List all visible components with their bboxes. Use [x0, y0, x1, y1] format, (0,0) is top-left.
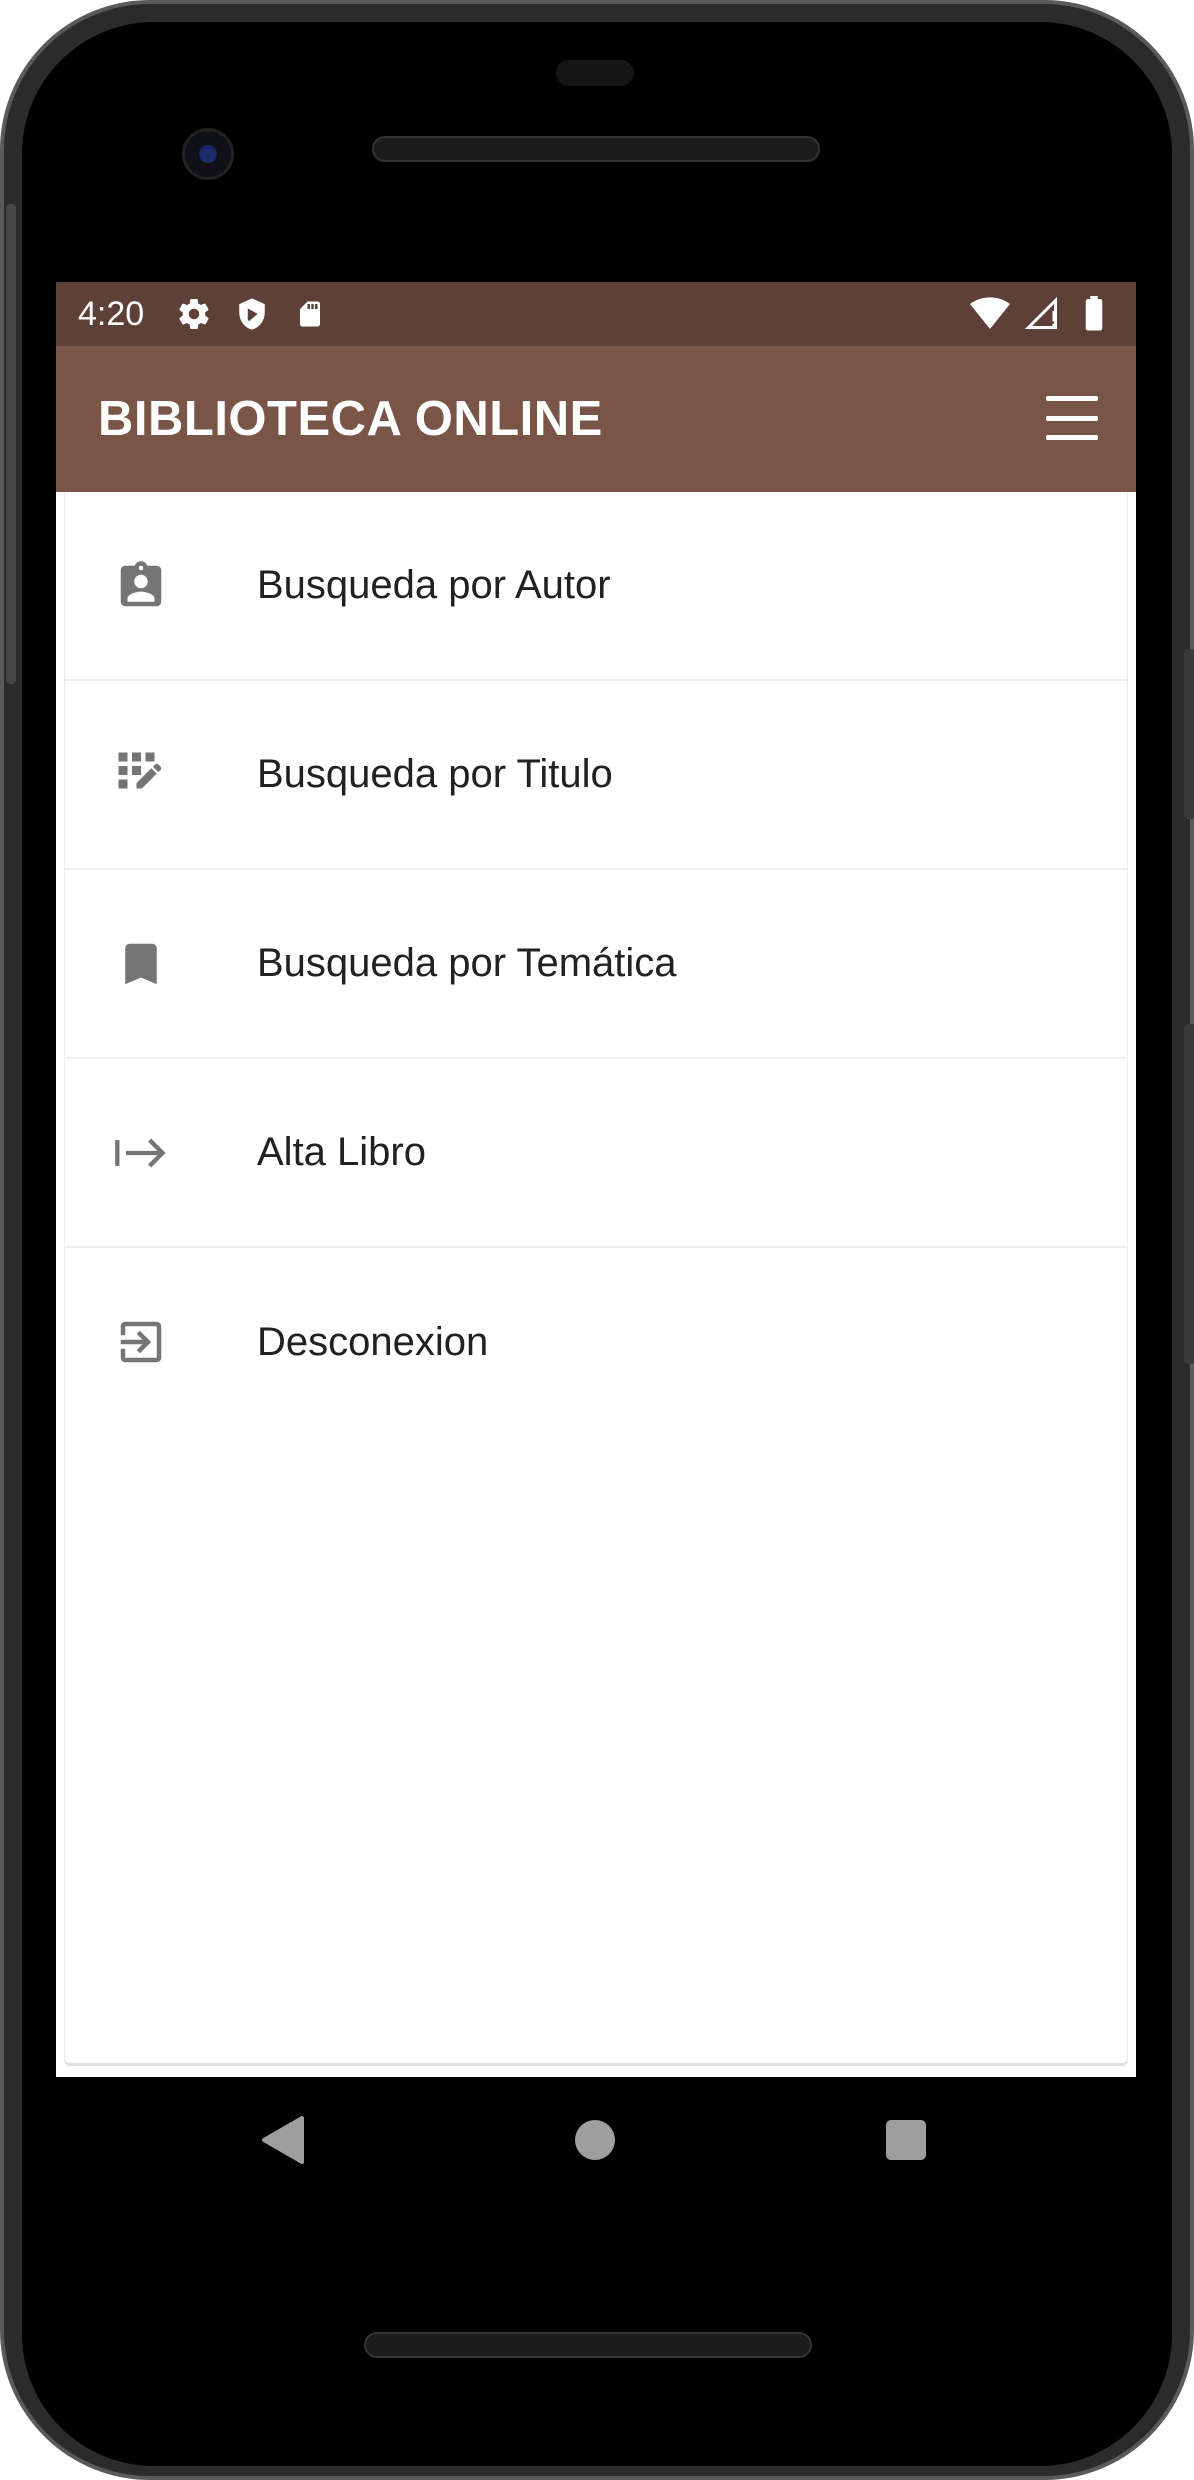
exit-to-app-icon	[113, 1314, 169, 1370]
menu-item-label: Busqueda por Titulo	[257, 752, 613, 796]
arrow-to-right-icon	[113, 1125, 169, 1181]
sd-card-icon	[290, 294, 330, 334]
menu-line	[1046, 396, 1098, 401]
status-bar: 4:20	[56, 282, 1136, 346]
menu-line	[1046, 415, 1098, 421]
assignment-ind-icon	[113, 558, 169, 614]
settings-icon	[174, 294, 214, 334]
side-frame-left	[6, 204, 16, 684]
menu-item-label: Desconexion	[257, 1320, 489, 1364]
bookmark-icon	[113, 936, 169, 992]
hamburger-menu-icon[interactable]	[1046, 396, 1098, 440]
menu-item-busqueda-titulo[interactable]: Busqueda por Titulo	[65, 681, 1127, 870]
menu-item-label: Alta Libro	[257, 1130, 426, 1174]
menu-item-desconexion[interactable]: Desconexion	[65, 1248, 1127, 1437]
grid-edit-icon	[113, 747, 169, 803]
battery-icon	[1074, 294, 1114, 334]
wifi-icon	[970, 294, 1010, 334]
nav-home-button[interactable]	[575, 2120, 615, 2160]
power-button[interactable]	[1184, 649, 1194, 819]
nav-recents-button[interactable]	[886, 2120, 926, 2160]
menu-line	[1046, 435, 1098, 440]
phone-frame: 4:20 BIBLIOTECA ONLINE Busqueda por Auto…	[0, 0, 1194, 2480]
shield-icon	[232, 294, 272, 334]
menu-list: Busqueda por Autor Busqueda por Titulo B…	[64, 492, 1128, 2066]
cell-signal-icon	[1022, 294, 1062, 334]
nav-back-button[interactable]	[260, 2114, 306, 2166]
earpiece-speaker	[372, 136, 820, 162]
menu-item-label: Busqueda por Temática	[257, 941, 677, 985]
status-time: 4:20	[78, 294, 145, 333]
menu-item-busqueda-autor[interactable]: Busqueda por Autor	[65, 492, 1127, 681]
proximity-sensor	[556, 60, 634, 86]
front-camera	[182, 128, 234, 180]
menu-item-label: Busqueda por Autor	[257, 563, 611, 607]
menu-item-alta-libro[interactable]: Alta Libro	[65, 1059, 1127, 1248]
bottom-speaker	[364, 2332, 812, 2358]
app-title: BIBLIOTECA ONLINE	[98, 392, 603, 446]
volume-button[interactable]	[1184, 1024, 1194, 1364]
menu-item-busqueda-tematica[interactable]: Busqueda por Temática	[65, 870, 1127, 1059]
screen: 4:20 BIBLIOTECA ONLINE Busqueda por Auto…	[56, 282, 1136, 2077]
app-bar: BIBLIOTECA ONLINE	[56, 346, 1136, 492]
status-right-icons	[958, 294, 1114, 334]
